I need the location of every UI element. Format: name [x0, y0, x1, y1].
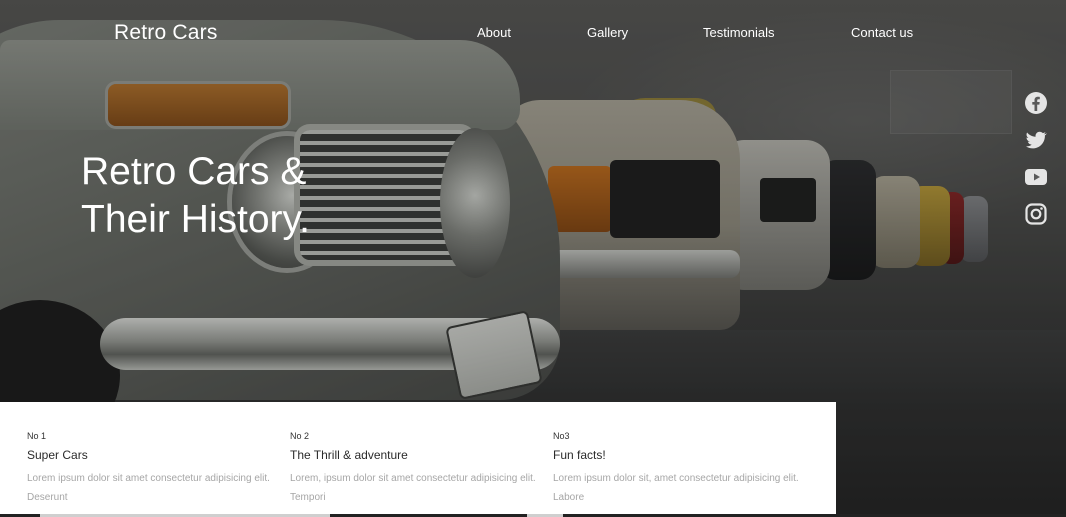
nav-link-contact[interactable]: Contact us: [851, 25, 913, 40]
feature-number: No 2: [290, 431, 310, 441]
hero-heading: Retro Cars & Their History.: [81, 148, 401, 244]
nav-link-gallery[interactable]: Gallery: [587, 25, 628, 40]
nav-link-testimonials[interactable]: Testimonials: [703, 25, 775, 40]
instagram-icon[interactable]: [1024, 202, 1048, 226]
social-links: [1024, 91, 1050, 239]
feature-description: Lorem ipsum dolor sit, amet consectetur …: [553, 473, 799, 503]
feature-description: Lorem ipsum dolor sit amet consectetur a…: [27, 473, 270, 503]
feature-title: Fun facts!: [553, 448, 606, 462]
main-nav: About Gallery Testimonials Contact us: [0, 0, 1066, 70]
hero-heading-line-1: Retro Cars &: [81, 150, 307, 193]
feature-description: Lorem, ipsum dolor sit amet consectetur …: [290, 473, 536, 503]
feature-number: No3: [553, 431, 570, 441]
feature-title: The Thrill & adventure: [290, 448, 408, 462]
facebook-icon[interactable]: [1024, 91, 1048, 115]
youtube-icon[interactable]: [1024, 165, 1048, 189]
feature-number: No 1: [27, 431, 47, 441]
hero-heading-line-2: Their History.: [81, 198, 310, 241]
features-card: No 1 Super Cars Lorem ipsum dolor sit am…: [0, 402, 836, 514]
feature-title: Super Cars: [27, 448, 88, 462]
twitter-icon[interactable]: [1024, 128, 1048, 152]
nav-link-about[interactable]: About: [477, 25, 511, 40]
